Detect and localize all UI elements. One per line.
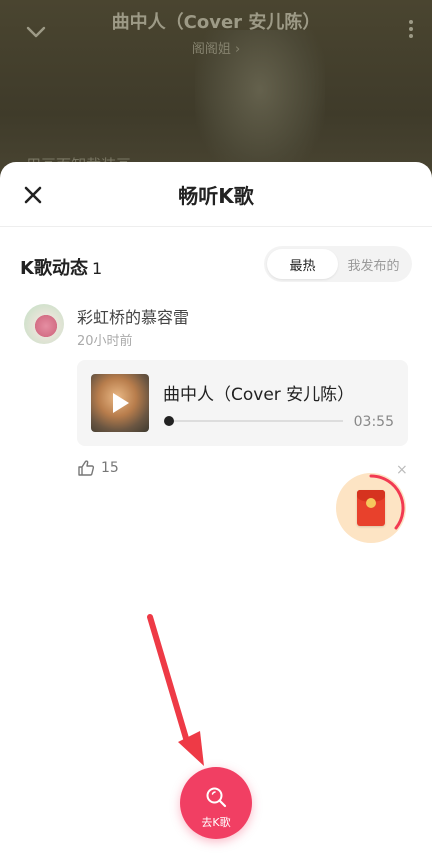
- player-song-title: 曲中人（Cover 安儿陈）: [111, 12, 321, 33]
- post-username[interactable]: 彩虹桥的慕容雷: [77, 304, 189, 328]
- divider: [0, 226, 432, 227]
- song-card[interactable]: 曲中人（Cover 安儿陈） 03:55: [77, 360, 408, 446]
- song-cover[interactable]: [91, 374, 149, 432]
- post-time: 20小时前: [77, 334, 133, 349]
- sort-toggle: 最热 我发布的: [264, 246, 412, 282]
- section-name: K歌动态: [20, 258, 88, 279]
- red-envelope-button[interactable]: [336, 473, 406, 543]
- section-count: 1: [91, 259, 103, 278]
- like-count: 15: [101, 460, 119, 476]
- song-duration: 03:55: [353, 414, 394, 430]
- thumbs-up-icon[interactable]: [77, 459, 95, 477]
- avatar[interactable]: [24, 304, 64, 344]
- sheet-header: 畅听K歌: [0, 162, 432, 226]
- tab-my-posts[interactable]: 我发布的: [338, 249, 409, 279]
- go-k-song-button[interactable]: 去K歌: [180, 767, 252, 839]
- song-name: 曲中人（Cover 安儿陈）: [163, 385, 355, 405]
- play-icon[interactable]: [111, 391, 131, 415]
- progress-knob[interactable]: [164, 416, 174, 426]
- like-button[interactable]: 15: [77, 459, 119, 477]
- tab-hottest[interactable]: 最热: [267, 249, 338, 279]
- red-envelope-icon: [357, 490, 385, 526]
- go-k-song-label: 去K歌: [201, 816, 231, 829]
- progress-bar[interactable]: [164, 416, 343, 426]
- sheet-title: 畅听K歌: [178, 184, 254, 208]
- section-title: K歌动态 1: [20, 254, 102, 280]
- k-song-sheet: 畅听K歌 K歌动态 1 最热 我发布的 彩虹桥的慕容雷 20小时前 曲中人（Cov…: [0, 162, 432, 857]
- search-icon: [206, 787, 227, 808]
- player-artist-link[interactable]: 阁阁姐 ›: [0, 38, 432, 57]
- more-options-icon[interactable]: [408, 20, 414, 42]
